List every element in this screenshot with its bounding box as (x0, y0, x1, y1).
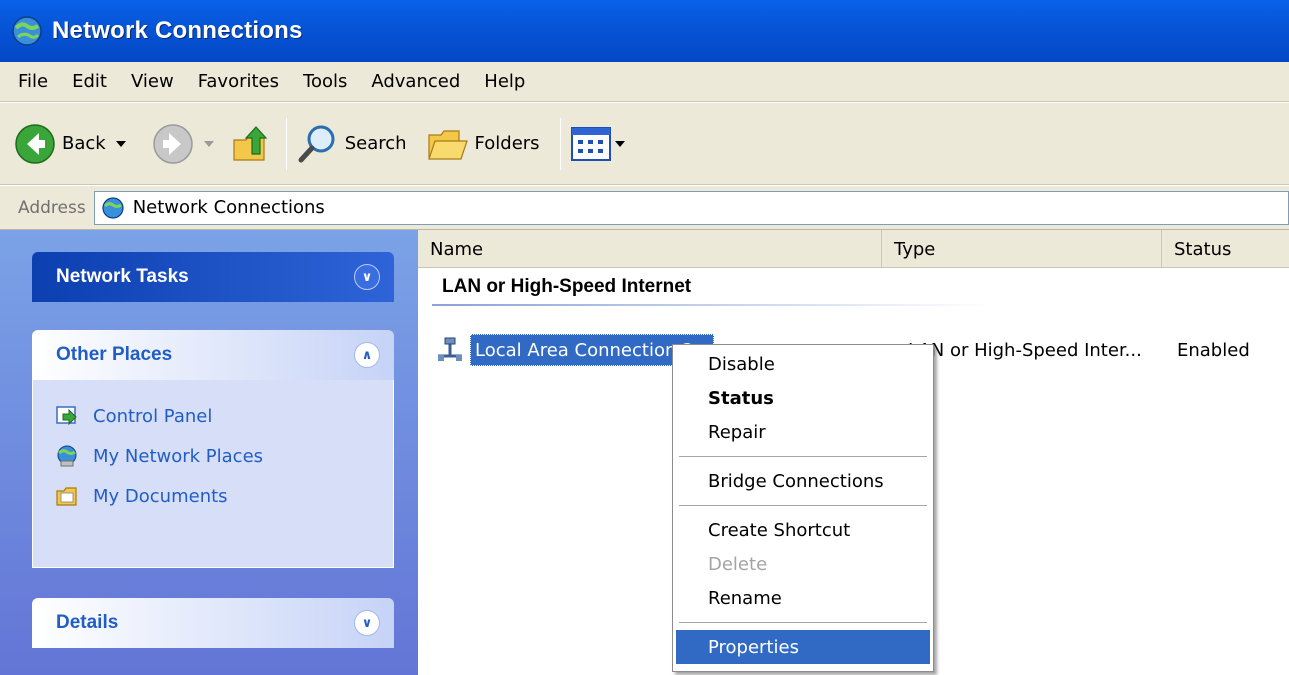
network-connections-icon (12, 16, 42, 46)
my-documents-link[interactable]: My Documents (55, 476, 393, 516)
title-bar[interactable]: Network Connections (0, 0, 1289, 62)
search-label: Search (344, 133, 407, 154)
menu-separator (679, 622, 927, 623)
expand-chevron-icon[interactable]: ∨ (354, 610, 380, 636)
my-network-places-link[interactable]: My Network Places (55, 436, 393, 476)
control-panel-link[interactable]: Control Panel (55, 396, 393, 436)
expand-chevron-icon[interactable]: ∨ (354, 264, 380, 290)
folders-button[interactable]: Folders (427, 114, 540, 174)
other-places-body: Control Panel My Network Places My Docum… (32, 380, 394, 568)
search-icon (298, 125, 335, 162)
my-documents-icon (56, 487, 77, 506)
address-value: Network Connections (132, 197, 325, 218)
group-divider (432, 304, 992, 306)
forward-button[interactable] (152, 114, 214, 174)
search-button[interactable]: Search (297, 114, 407, 174)
control-panel-icon (56, 406, 77, 426)
other-places-header[interactable]: Other Places ∧ (32, 330, 394, 380)
column-header-name[interactable]: Name (418, 230, 882, 268)
other-places-panel: Other Places ∧ Control Panel My Network … (32, 330, 394, 568)
menu-item-delete: Delete (708, 553, 768, 575)
menu-item-bridge-connections[interactable]: Bridge Connections (676, 464, 930, 498)
network-tasks-title: Network Tasks (56, 266, 189, 287)
toolbar-separator (285, 117, 287, 170)
menu-item-disable[interactable]: Disable (676, 347, 930, 381)
my-documents-label: My Documents (93, 485, 228, 507)
folders-label: Folders (474, 133, 540, 154)
menu-advanced[interactable]: Advanced (359, 71, 472, 92)
back-dropdown-arrow-icon[interactable] (115, 140, 126, 147)
column-header-type[interactable]: Type (882, 230, 1162, 268)
connection-type: LAN or High-Speed Inter... (908, 339, 1142, 361)
details-header[interactable]: Details ∨ (32, 598, 394, 648)
back-button[interactable]: Back (14, 114, 126, 174)
address-label: Address (18, 197, 86, 218)
task-pane: Network Tasks ∨ Other Places ∧ Control P… (0, 230, 418, 675)
menu-separator (679, 505, 927, 506)
other-places-title: Other Places (56, 344, 173, 365)
menu-favorites[interactable]: Favorites (186, 71, 291, 92)
up-folder-button[interactable] (230, 114, 270, 174)
details-panel: Details ∨ (32, 598, 394, 648)
menu-help[interactable]: Help (472, 71, 537, 92)
toolbar: Back Search Folders (0, 103, 1289, 185)
menu-file[interactable]: File (6, 71, 60, 92)
up-folder-icon (233, 125, 268, 161)
column-headers: Name Type Status (418, 230, 1289, 268)
network-connections-icon (102, 196, 124, 219)
views-icon (570, 126, 611, 161)
views-dropdown-arrow-icon[interactable] (614, 140, 625, 147)
menu-item-properties[interactable]: Properties (676, 630, 930, 664)
menu-bar: File Edit View Favorites Tools Advanced … (0, 62, 1289, 102)
menu-separator (679, 456, 927, 457)
details-title: Details (56, 612, 119, 633)
window-title: Network Connections (52, 17, 303, 44)
my-network-places-label: My Network Places (93, 445, 264, 467)
forward-arrow-icon (152, 123, 193, 164)
address-bar: Address Network Connections (0, 186, 1289, 230)
column-header-status[interactable]: Status (1162, 230, 1289, 268)
menu-item-repair[interactable]: Repair (676, 415, 930, 449)
back-arrow-icon (15, 123, 55, 164)
network-places-icon (57, 445, 77, 467)
folders-icon (427, 129, 468, 160)
control-panel-label: Control Panel (93, 405, 213, 427)
toolbar-separator (559, 117, 561, 170)
menu-item-create-shortcut[interactable]: Create Shortcut (676, 513, 930, 547)
back-label: Back (62, 133, 106, 154)
menu-edit[interactable]: Edit (60, 71, 119, 92)
menu-view[interactable]: View (119, 71, 186, 92)
collapse-chevron-icon[interactable]: ∧ (354, 342, 380, 368)
context-menu: Disable Status Repair Bridge Connections… (672, 344, 934, 672)
connection-status: Enabled (1177, 339, 1250, 361)
menu-tools[interactable]: Tools (291, 71, 359, 92)
menu-item-rename[interactable]: Rename (676, 581, 930, 615)
views-button[interactable] (570, 114, 625, 174)
network-tasks-header[interactable]: Network Tasks ∨ (32, 252, 394, 302)
menu-item-status[interactable]: Status (676, 381, 930, 415)
group-header: LAN or High-Speed Internet (442, 276, 692, 297)
lan-connection-icon (438, 337, 462, 361)
address-input[interactable]: Network Connections (93, 190, 1289, 225)
network-tasks-panel: Network Tasks ∨ (32, 252, 394, 302)
forward-dropdown-arrow-icon[interactable] (203, 140, 214, 147)
